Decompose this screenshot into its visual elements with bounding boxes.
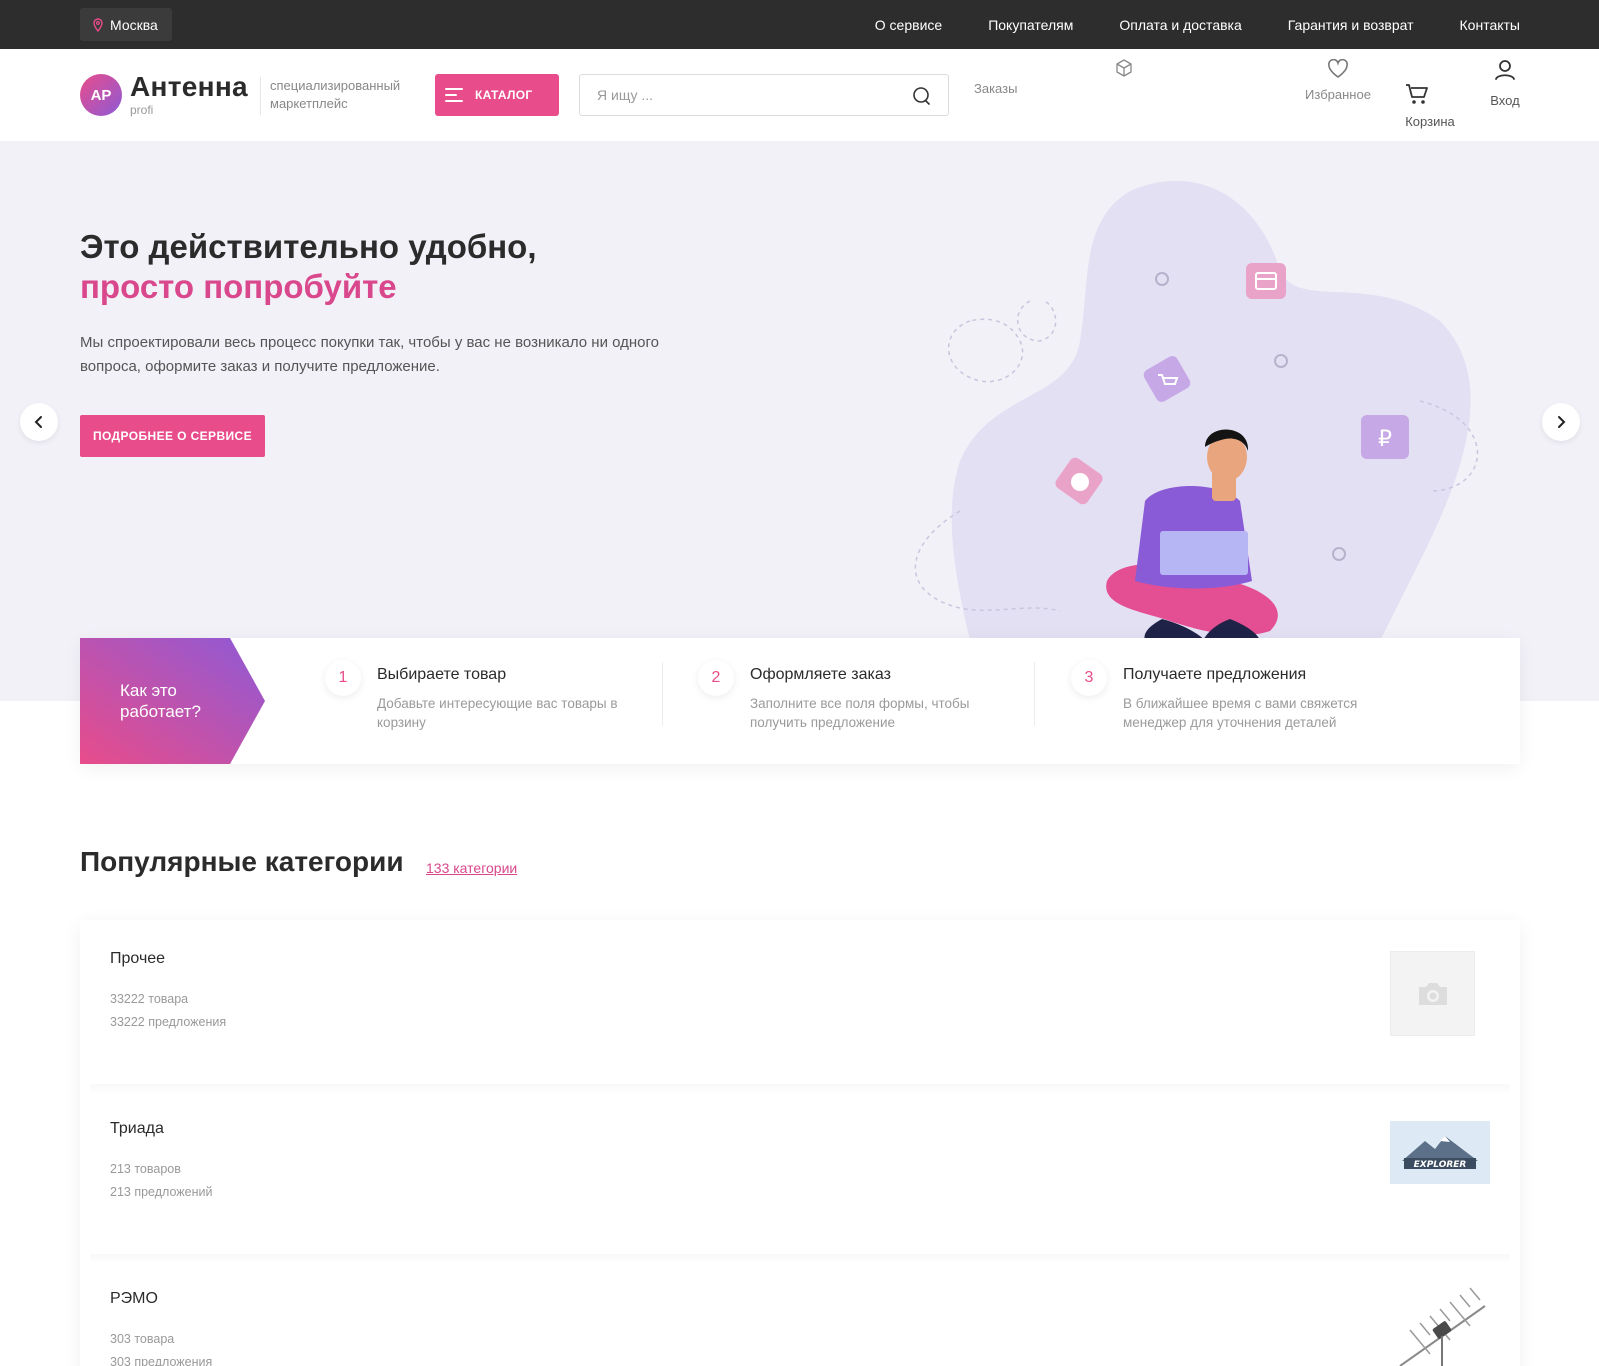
category-name[interactable]: Триада: [110, 1120, 164, 1138]
favorites-label: Избранное: [1305, 87, 1371, 102]
how-it-works-label: Как это работает?: [120, 680, 220, 722]
category-goods-count: 303 товара: [110, 1332, 175, 1346]
category-offers-count: 33222 предложения: [110, 1015, 227, 1029]
logo-separator: [260, 77, 261, 115]
svg-text:₽: ₽: [1378, 427, 1392, 452]
header: АР Антенна profi специализированный марк…: [0, 49, 1599, 141]
category-item[interactable]: РЭМО 303 товара 303 предложения: [80, 1260, 1520, 1366]
category-image-antenna[interactable]: [1390, 1286, 1490, 1366]
logo-sub: profi: [130, 103, 154, 117]
step-description: В ближайшее время с вами свяжется менедж…: [1123, 696, 1358, 730]
how-it-works-text: Как это работает?: [120, 681, 201, 721]
chevron-left-icon: [34, 416, 42, 428]
slider-prev-button[interactable]: [20, 403, 58, 441]
category-goods-count: 33222 товара: [110, 992, 189, 1006]
step-number: 2: [698, 660, 734, 696]
categories-list: Прочее 33222 товара 33222 предложения Тр…: [80, 920, 1520, 1366]
search-icon[interactable]: [912, 86, 932, 106]
step-title: Выбираете товар: [377, 666, 507, 683]
cart-label: Корзина: [1405, 114, 1455, 129]
nav-about[interactable]: О сервисе: [875, 17, 942, 33]
step-number: 3: [1071, 660, 1107, 696]
hero-title-line1: Это действительно удобно,: [80, 228, 537, 265]
step-title: Оформляете заказ: [750, 666, 891, 683]
cart-icon: [1406, 84, 1428, 104]
heart-icon: [1328, 59, 1348, 78]
step-description: Добавьте интересующие вас товары в корзи…: [377, 696, 618, 730]
login-link[interactable]: Вход: [1485, 59, 1525, 108]
hero-title-line2: просто попробуйте: [80, 268, 397, 305]
all-categories-link[interactable]: 133 категории: [426, 860, 517, 876]
category-offers-count: 213 предложений: [110, 1185, 213, 1199]
nav-payment-delivery[interactable]: Оплата и доставка: [1119, 17, 1241, 33]
box-icon[interactable]: [1114, 58, 1134, 78]
location-pin-icon: [93, 17, 103, 32]
hero-banner: Это действительно удобно, просто попробу…: [0, 141, 1599, 701]
slider-next-button[interactable]: [1542, 403, 1580, 441]
logo-badge[interactable]: АР: [80, 74, 122, 116]
category-offers-count: 303 предложения: [110, 1355, 213, 1366]
logo-name[interactable]: Антенна: [130, 71, 248, 103]
category-item[interactable]: Триада 213 товаров 213 предложений EXPLO…: [80, 1090, 1520, 1260]
step-title: Получаете предложения: [1123, 666, 1307, 683]
popular-categories-title: Популярные категории: [80, 846, 404, 877]
learn-more-button[interactable]: ПОДРОБНЕЕ О СЕРВИСЕ: [80, 415, 265, 457]
hero-description: Мы спроектировали весь процесс покупки т…: [80, 334, 659, 375]
catalog-button[interactable]: КАТАЛОГ: [435, 74, 559, 116]
step-number: 1: [325, 660, 361, 696]
nav-warranty-return[interactable]: Гарантия и возврат: [1288, 17, 1414, 33]
city-selector[interactable]: Москва: [80, 8, 172, 41]
step-divider: [662, 662, 663, 726]
orders-label: Заказы: [974, 81, 1018, 96]
category-item[interactable]: Прочее 33222 товара 33222 предложения: [80, 920, 1520, 1090]
nav-contacts[interactable]: Контакты: [1460, 17, 1520, 33]
step-divider: [1034, 662, 1035, 726]
category-image-placeholder[interactable]: [1390, 951, 1475, 1036]
cart-link[interactable]: Корзина: [1390, 82, 1470, 129]
catalog-label: КАТАЛОГ: [475, 88, 533, 102]
how-it-works: Как это работает? 1 Выбираете товар Доба…: [80, 638, 1520, 764]
hero-illustration: ₽: [914, 180, 1479, 685]
favorites-link[interactable]: Избранное: [1298, 59, 1378, 102]
city-name: Москва: [110, 16, 158, 33]
menu-icon: [445, 88, 463, 102]
orders-link[interactable]: Заказы: [974, 81, 1017, 96]
category-image-explorer[interactable]: EXPLORER: [1390, 1121, 1490, 1184]
category-name[interactable]: РЭМО: [110, 1290, 158, 1308]
nav-buyers[interactable]: Покупателям: [988, 17, 1073, 33]
explorer-brand-text: EXPLORER: [1414, 1160, 1467, 1170]
logo-tagline: специализированный маркетплейс: [270, 78, 401, 111]
login-label: Вход: [1490, 93, 1520, 108]
category-name[interactable]: Прочее: [110, 950, 165, 968]
user-icon: [1495, 60, 1515, 80]
chevron-right-icon: [1558, 416, 1566, 428]
top-nav: О сервисе Покупателям Оплата и доставка …: [875, 0, 1520, 49]
step-description: Заполните все поля формы, чтобы получить…: [750, 696, 970, 730]
camera-icon: [1418, 982, 1447, 1005]
search-box: [579, 74, 949, 116]
category-goods-count: 213 товаров: [110, 1162, 181, 1176]
hero-title: Это действительно удобно, просто попробу…: [80, 227, 537, 307]
search-input[interactable]: [580, 75, 880, 115]
top-bar: Москва О сервисе Покупателям Оплата и до…: [0, 0, 1599, 49]
